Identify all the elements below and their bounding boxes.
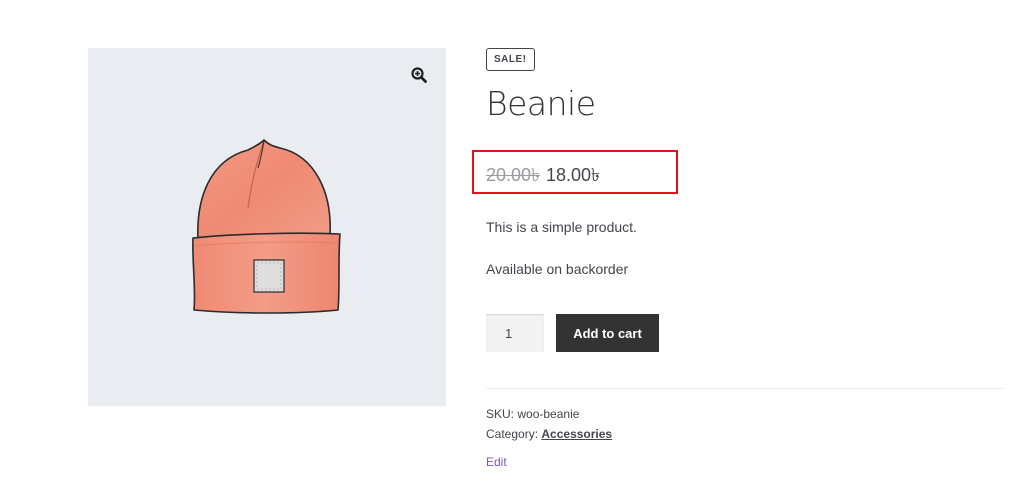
product-meta: SKU: woo-beanie Category: Accessories	[486, 404, 612, 444]
divider	[486, 388, 1004, 389]
sale-badge: SALE!	[486, 48, 535, 71]
add-to-cart-form: Add to cart	[486, 314, 659, 352]
quantity-input[interactable]	[486, 314, 544, 352]
edit-link[interactable]: Edit	[486, 455, 507, 469]
product-title: Beanie	[486, 84, 596, 123]
sku-row: SKU: woo-beanie	[486, 404, 612, 424]
product-price: 20.00৳ 18.00৳	[486, 161, 600, 192]
sale-price: 18.00৳	[546, 165, 601, 185]
product-page: SALE! Beanie 20.00৳ 18.00৳ This is a simp…	[0, 0, 1024, 481]
sku-label: SKU:	[486, 407, 515, 421]
add-to-cart-button[interactable]: Add to cart	[556, 314, 659, 352]
category-row: Category: Accessories	[486, 424, 612, 444]
category-label: Category:	[486, 427, 539, 441]
stock-status: Available on backorder	[486, 261, 629, 277]
beanie-image[interactable]	[188, 138, 348, 328]
product-gallery	[88, 48, 446, 406]
product-summary: SALE! Beanie 20.00৳ 18.00৳ This is a simp…	[472, 48, 1006, 469]
category-link[interactable]: Accessories	[541, 427, 612, 441]
zoom-in-icon[interactable]	[410, 66, 428, 84]
short-description: This is a simple product.	[486, 219, 637, 235]
sku-value: woo-beanie	[517, 407, 580, 421]
regular-price: 20.00৳	[486, 165, 541, 185]
